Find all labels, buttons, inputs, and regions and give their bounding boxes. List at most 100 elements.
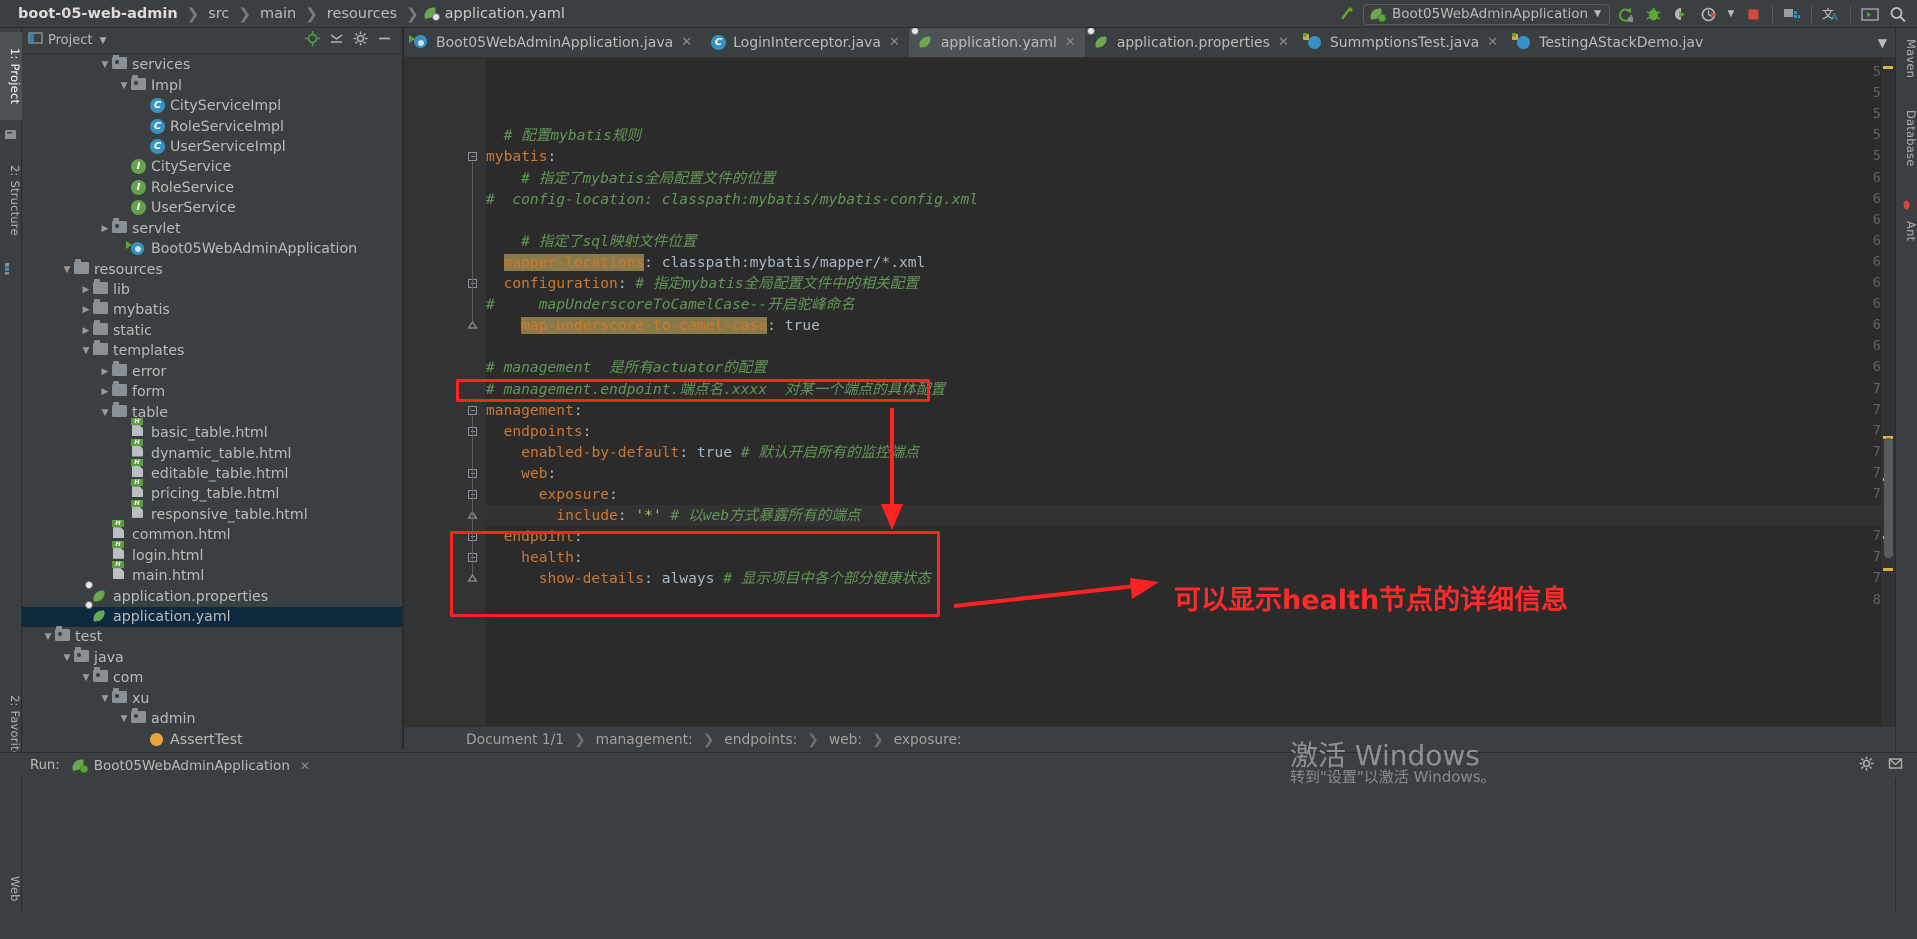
run-configuration-selector[interactable]: Boot05WebAdminApplication ▼ <box>1362 3 1610 25</box>
code-line[interactable]: mybatis: <box>486 146 556 167</box>
breadcrumb-item-src[interactable]: src <box>204 6 233 22</box>
code-line[interactable]: # config-location: classpath:mybatis/myb… <box>486 189 978 210</box>
code-line[interactable]: map-underscore-to-camel-case: true <box>486 315 820 336</box>
warning-marker[interactable] <box>1883 66 1893 69</box>
translate-icon[interactable]: 文A <box>1818 2 1844 26</box>
chevron-right-icon[interactable]: ▶ <box>98 367 112 377</box>
tree-node[interactable]: ▶ servlet <box>22 217 402 239</box>
warning-marker[interactable] <box>1883 568 1893 571</box>
editor-tab[interactable]: application.yaml ✕ <box>908 28 1085 57</box>
chevron-right-icon[interactable]: ▶ <box>79 285 93 295</box>
tree-node[interactable]: Hdynamic_table.html <box>22 438 402 463</box>
code-line[interactable]: enabled-by-default: true # 默认开启所有的监控端点 <box>486 442 919 463</box>
tree-node[interactable]: ▼ Impl <box>22 74 402 95</box>
tree-node[interactable]: ▼ test <box>22 626 402 647</box>
breadcrumb-item-resources[interactable]: resources <box>323 6 401 22</box>
code-line[interactable]: # mapUnderscoreToCamelCase--开启驼峰命名 <box>486 294 855 315</box>
tree-node[interactable]: Hmain.html <box>22 561 402 586</box>
doc-crumb-endpoints[interactable]: endpoints: <box>724 732 797 748</box>
tree-node[interactable]: Hcommon.html <box>22 520 402 545</box>
close-icon[interactable]: ✕ <box>681 35 692 50</box>
close-icon[interactable]: ✕ <box>300 759 310 773</box>
tree-node[interactable]: C RoleServiceImpl <box>22 116 402 136</box>
structure-icon[interactable] <box>4 260 18 275</box>
chevron-down-icon[interactable]: ▼ <box>99 36 106 46</box>
bookmarks-icon[interactable] <box>4 126 18 140</box>
tree-node[interactable]: Boot05WebAdminApplication <box>22 239 402 259</box>
stop-icon[interactable] <box>1740 2 1766 26</box>
chevron-right-icon[interactable]: ▶ <box>79 305 93 315</box>
chevron-down-icon[interactable]: ▼ <box>117 81 131 91</box>
tree-node[interactable]: ▼ templates <box>22 340 402 361</box>
sidebar-item-database[interactable]: Database <box>1896 100 1917 176</box>
chevron-down-icon[interactable]: ▼ <box>98 694 112 704</box>
code-line[interactable]: # management.endpoint.端点名.xxxx 对某一个端点的具体… <box>486 379 945 400</box>
sidebar-item-project[interactable]: 1: Project <box>0 32 22 120</box>
editor-tab[interactable]: TestingAStackDemo.jav <box>1507 28 1713 57</box>
hide-icon[interactable] <box>377 31 392 50</box>
close-icon[interactable]: ✕ <box>1278 35 1289 50</box>
gear-icon[interactable] <box>1859 756 1874 775</box>
sidebar-item-ant[interactable]: Ant <box>1896 214 1917 248</box>
code-line[interactable]: include: '*' # 以web方式暴露所有的端点 <box>486 505 1895 527</box>
tree-node[interactable]: ▶ error <box>22 360 402 382</box>
code-line[interactable]: configuration: # 指定mybatis全局配置文件中的相关配置 <box>486 273 919 294</box>
tree-node[interactable]: ▼ java <box>22 646 402 668</box>
tree-node[interactable]: Hpricing_table.html <box>22 479 402 504</box>
chevron-down-icon[interactable]: ▼ <box>98 408 112 418</box>
tree-node[interactable]: ▼ com <box>22 667 402 688</box>
build-hammer-icon[interactable] <box>1335 2 1361 26</box>
debug-bug-icon[interactable] <box>1640 2 1666 26</box>
chevron-down-icon[interactable]: ▼ <box>41 632 55 642</box>
dropdown-arrow-icon[interactable]: ▼ <box>1724 2 1738 26</box>
tree-node[interactable]: Hresponsive_table.html <box>22 499 402 525</box>
breadcrumb-item-project[interactable]: boot-05-web-admin <box>14 6 182 22</box>
tree-node[interactable]: ▶ lib <box>22 279 402 300</box>
editor-scrollbar-thumb[interactable] <box>1884 438 1893 558</box>
tree-node[interactable]: I UserService <box>22 198 402 218</box>
tree-node[interactable]: ▶ static <box>22 319 402 341</box>
sidebar-item-maven[interactable]: Maven <box>1896 32 1917 86</box>
gear-icon[interactable] <box>353 31 368 50</box>
code-line[interactable]: health: <box>486 547 583 568</box>
chevron-right-icon[interactable]: ▶ <box>98 387 112 397</box>
tree-node[interactable]: ▼ services <box>22 55 402 75</box>
tree-node[interactable]: ▶ form <box>22 381 402 402</box>
terminal-icon[interactable] <box>1857 2 1883 26</box>
editor-marker-bar[interactable] <box>1881 58 1895 726</box>
chevron-down-icon[interactable]: ▼ <box>117 714 131 724</box>
code-line[interactable]: # 指定了sql映射文件位置 <box>486 231 696 252</box>
editor-tab[interactable]: Boot05WebAdminApplication.java ✕ <box>404 28 702 57</box>
tree-node[interactable]: ▼ xu <box>22 687 402 709</box>
target-locate-icon[interactable] <box>305 31 320 50</box>
editor-tab-bar[interactable]: Boot05WebAdminApplication.java ✕ C LoginInt… <box>404 28 1895 58</box>
tree-node[interactable]: Heditable_table.html <box>22 458 402 484</box>
chevron-right-icon[interactable]: ▶ <box>98 224 112 234</box>
editor-tab[interactable]: C LoginInterceptor.java ✕ <box>701 28 909 57</box>
tree-node[interactable]: I RoleService <box>22 178 402 198</box>
code-line[interactable]: show-details: always # 显示项目中各个部分健康状态 <box>486 568 931 589</box>
tab-overflow-chevron-icon[interactable]: ▼ <box>1870 28 1895 57</box>
code-line[interactable]: mapper-locations: classpath:mybatis/mapp… <box>486 252 925 273</box>
code-line[interactable]: endpoint: <box>486 526 583 547</box>
code-editor[interactable]: 5556575859606162636465666768697071727374… <box>404 58 1895 726</box>
project-structure-icon[interactable] <box>1779 2 1805 26</box>
tree-node[interactable]: Hbasic_table.html <box>22 418 402 443</box>
code-line[interactable]: management: <box>486 400 583 421</box>
tree-node[interactable]: application.yaml <box>22 601 402 628</box>
tree-node[interactable]: Hlogin.html <box>22 540 402 566</box>
tree-node[interactable]: ▼ resources <box>22 258 402 279</box>
sidebar-item-structure[interactable]: 2: Structure <box>0 148 22 252</box>
tree-node[interactable]: ▼ admin <box>22 708 402 729</box>
tree-node[interactable]: application.properties <box>22 580 402 606</box>
doc-crumb-web[interactable]: web: <box>829 732 862 748</box>
sidebar-item-web[interactable]: Web <box>0 868 22 910</box>
close-icon[interactable]: ✕ <box>1487 35 1498 50</box>
tree-node[interactable]: C UserServiceImpl <box>22 137 402 157</box>
code-line[interactable]: # 配置mybatis规则 <box>486 125 641 146</box>
run-tab-item[interactable]: Boot05WebAdminApplication ✕ <box>60 758 310 774</box>
doc-crumb-exposure[interactable]: exposure: <box>894 732 962 748</box>
code-line[interactable]: endpoints: <box>486 421 592 442</box>
tree-node[interactable]: ▼ table <box>22 401 402 422</box>
chevron-down-icon[interactable]: ▼ <box>79 346 93 356</box>
